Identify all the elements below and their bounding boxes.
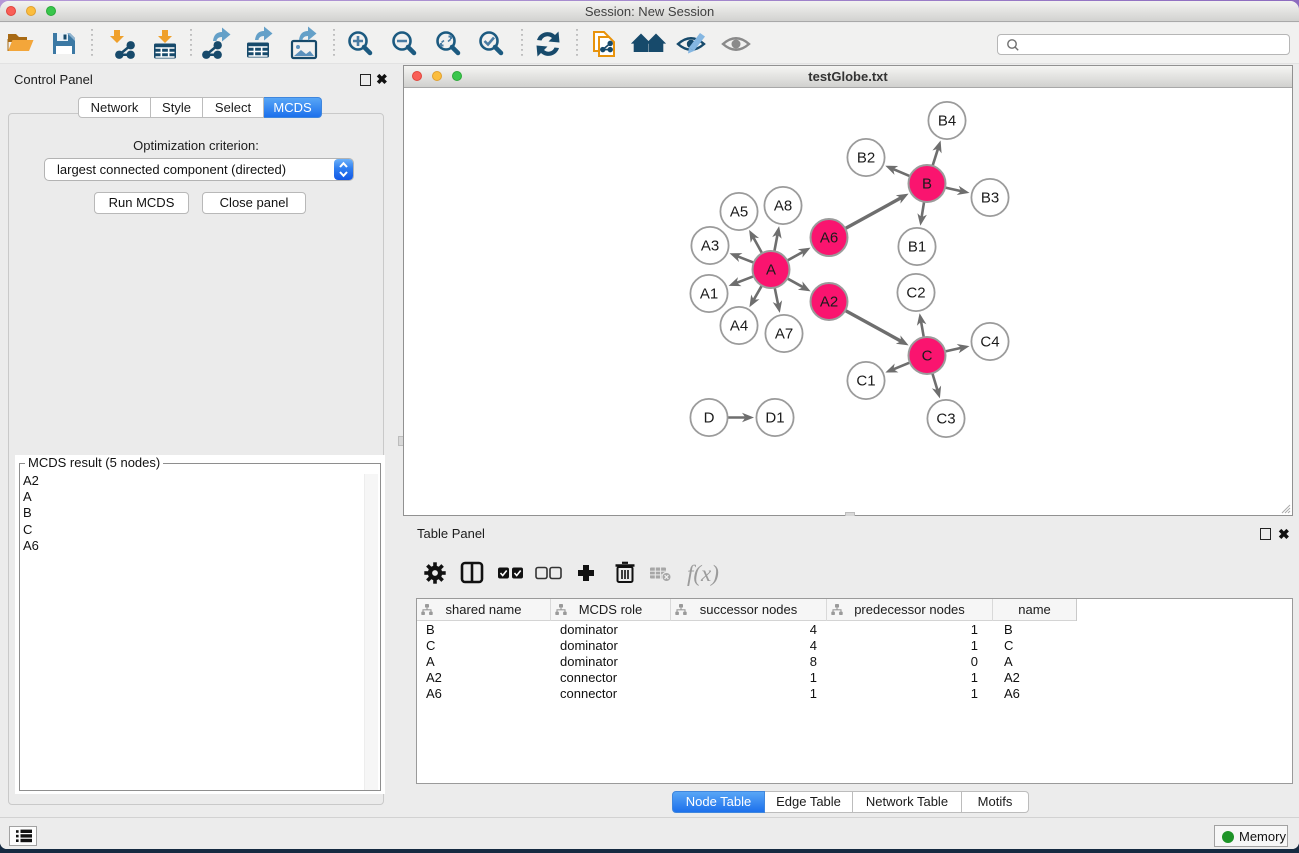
svg-text:A8: A8 xyxy=(774,198,792,215)
svg-text:A: A xyxy=(766,262,776,279)
svg-text:A2: A2 xyxy=(820,294,838,311)
svg-text:C4: C4 xyxy=(980,334,999,351)
svg-text:A4: A4 xyxy=(730,318,748,335)
svg-text:A5: A5 xyxy=(730,204,748,221)
svg-text:B3: B3 xyxy=(981,190,999,207)
svg-text:B4: B4 xyxy=(938,113,956,130)
svg-text:C: C xyxy=(922,348,933,365)
svg-text:B2: B2 xyxy=(857,150,875,167)
svg-text:D: D xyxy=(704,410,715,427)
svg-text:A3: A3 xyxy=(701,238,719,255)
svg-text:A1: A1 xyxy=(700,286,718,303)
svg-text:C2: C2 xyxy=(906,285,925,302)
svg-text:f(x): f(x) xyxy=(687,561,719,586)
svg-text:C3: C3 xyxy=(936,411,955,428)
svg-text:B1: B1 xyxy=(908,239,926,256)
svg-text:B: B xyxy=(922,176,932,193)
svg-text:A7: A7 xyxy=(775,326,793,343)
svg-text:D1: D1 xyxy=(765,410,784,427)
svg-text:A6: A6 xyxy=(820,230,838,247)
svg-text:C1: C1 xyxy=(856,373,875,390)
